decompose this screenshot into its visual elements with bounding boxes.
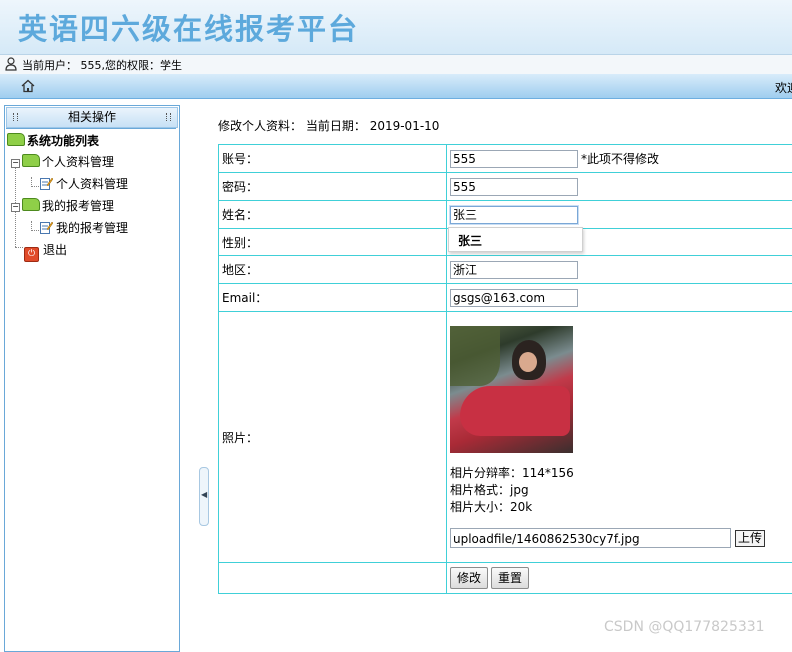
- form-row-region: 地区：: [219, 256, 792, 284]
- account-label: 账号：: [219, 145, 447, 173]
- name-label: 姓名：: [219, 201, 447, 229]
- reset-button[interactable]: 重置: [491, 567, 529, 589]
- date-value: 2019-01-10: [370, 119, 440, 133]
- tree-group-profile[interactable]: − 个人资料管理: [11, 153, 114, 171]
- password-input[interactable]: [450, 178, 578, 196]
- date-label: 当前日期：: [306, 119, 366, 133]
- form-row-actions: 修改重置: [219, 563, 792, 594]
- tree-root-label: 系统功能列表: [27, 134, 99, 148]
- autocomplete-suggestion[interactable]: 张三: [458, 232, 482, 249]
- modify-button[interactable]: 修改: [450, 567, 488, 589]
- nav-bar: 欢迎: [0, 74, 792, 99]
- email-cell: [447, 284, 792, 312]
- photo-meta: 相片分辩率：114*156 相片格式：jpg 相片大小：20k: [450, 465, 792, 516]
- header-banner: 英语四六级在线报考平台: [0, 0, 792, 54]
- sidebar-item-exam-manage[interactable]: 我的报考管理: [40, 219, 128, 237]
- folder-open-icon: [22, 198, 40, 211]
- sidebar-item-exam-label: 我的报考管理: [56, 221, 128, 235]
- photo-format: 相片格式：jpg: [450, 482, 792, 499]
- edit-document-icon: [40, 176, 53, 190]
- sidebar-item-exit-label: 退出: [43, 243, 67, 257]
- tree-group-profile-label: 个人资料管理: [42, 155, 114, 169]
- edit-document-icon: [40, 220, 53, 234]
- photo-path-input[interactable]: uploadfile/1460862530cy7f.jpg: [450, 528, 731, 548]
- password-label: 密码：: [219, 173, 447, 201]
- form-row-email: Email：: [219, 284, 792, 312]
- current-user-text: 当前用户： 555,您的权限：学生: [22, 57, 182, 73]
- tree-root[interactable]: 系统功能列表: [7, 132, 99, 150]
- profile-form: 账号： *此项不得修改 密码： 姓名： 性别： 地区： Email： 照片：: [218, 144, 792, 594]
- tree-group-exam[interactable]: − 我的报考管理: [11, 197, 114, 215]
- grip-icon: [13, 113, 18, 121]
- collapse-left-icon: ◀: [201, 490, 207, 499]
- sidebar-item-exit[interactable]: ⏻ 退出: [24, 241, 67, 259]
- region-label: 地区：: [219, 256, 447, 284]
- upload-row: uploadfile/1460862530cy7f.jpg上传: [450, 528, 792, 548]
- photo-cell: 相片分辩率：114*156 相片格式：jpg 相片大小：20k uploadfi…: [447, 312, 792, 563]
- email-input[interactable]: [450, 289, 578, 307]
- sidebar: 相关操作 系统功能列表 − 个人资料管理 个人资料管理 − 我的报考管理: [4, 105, 180, 652]
- sidebar-toggle[interactable]: ◀: [199, 467, 209, 526]
- folder-open-icon: [7, 133, 25, 146]
- form-row-account: 账号： *此项不得修改: [219, 145, 792, 173]
- form-row-photo: 照片： 相片分辩率：114*156 相片格式：jpg 相片大小：20k uplo…: [219, 312, 792, 563]
- account-note: *此项不得修改: [581, 152, 659, 166]
- user-info-bar: 当前用户： 555,您的权限：学生: [0, 54, 792, 75]
- page-info: 修改个人资料： 当前日期： 2019-01-10: [218, 117, 439, 134]
- photo-resolution: 相片分辩率：114*156: [450, 465, 792, 482]
- home-icon[interactable]: [21, 79, 35, 93]
- collapse-icon[interactable]: −: [11, 159, 20, 168]
- welcome-text: 欢迎: [775, 79, 792, 96]
- email-label: Email：: [219, 284, 447, 312]
- region-cell: [447, 256, 792, 284]
- watermark: CSDN @QQ177825331: [604, 619, 765, 635]
- sidebar-header-label: 相关操作: [68, 110, 116, 124]
- sidebar-header: 相关操作: [6, 107, 178, 128]
- tree-group-exam-label: 我的报考管理: [42, 199, 114, 213]
- grip-icon: [166, 113, 171, 121]
- gender-label: 性别：: [219, 229, 447, 256]
- photo-size: 相片大小：20k: [450, 499, 792, 516]
- form-row-name: 姓名：: [219, 201, 792, 229]
- exit-icon: ⏻: [24, 247, 39, 262]
- folder-open-icon: [22, 154, 40, 167]
- upload-button[interactable]: 上传: [735, 530, 765, 547]
- region-input[interactable]: [450, 261, 578, 279]
- sidebar-item-profile-manage[interactable]: 个人资料管理: [40, 175, 128, 193]
- account-input[interactable]: [450, 150, 578, 168]
- password-cell: [447, 173, 792, 201]
- user-icon: [5, 57, 17, 71]
- name-cell: [447, 201, 792, 229]
- form-row-password: 密码：: [219, 173, 792, 201]
- page-title: 修改个人资料：: [218, 119, 302, 133]
- photo-label: 照片：: [219, 312, 447, 563]
- account-cell: *此项不得修改: [447, 145, 792, 173]
- sidebar-item-profile-label: 个人资料管理: [56, 177, 128, 191]
- name-input[interactable]: [450, 206, 578, 224]
- profile-photo: [450, 326, 573, 453]
- actions-cell: 修改重置: [447, 563, 792, 594]
- app-title: 英语四六级在线报考平台: [18, 6, 359, 48]
- collapse-icon[interactable]: −: [11, 203, 20, 212]
- sidebar-tree: 系统功能列表 − 个人资料管理 个人资料管理 − 我的报考管理 我的报考管理 ⏻ 退出: [6, 128, 176, 649]
- autocomplete-dropdown: 张三: [448, 227, 583, 252]
